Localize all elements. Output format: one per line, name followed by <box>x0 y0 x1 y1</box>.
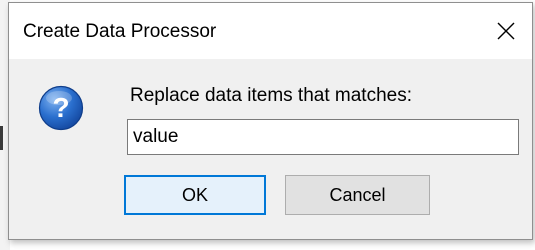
close-icon <box>497 22 515 40</box>
question-icon: ? <box>38 85 84 131</box>
dialog-title: Create Data Processor <box>23 21 217 42</box>
ok-button[interactable]: OK <box>124 175 266 215</box>
prompt-label: Replace data items that matches: <box>130 85 412 106</box>
svg-text:?: ? <box>52 92 69 123</box>
title-bar: Create Data Processor <box>9 3 532 59</box>
cancel-button[interactable]: Cancel <box>285 175 430 215</box>
create-data-processor-dialog: Create Data Processor ? Replace data ite… <box>8 2 533 240</box>
background-window-mark <box>0 126 3 150</box>
close-button[interactable] <box>488 13 524 49</box>
match-pattern-input[interactable] <box>127 119 519 155</box>
